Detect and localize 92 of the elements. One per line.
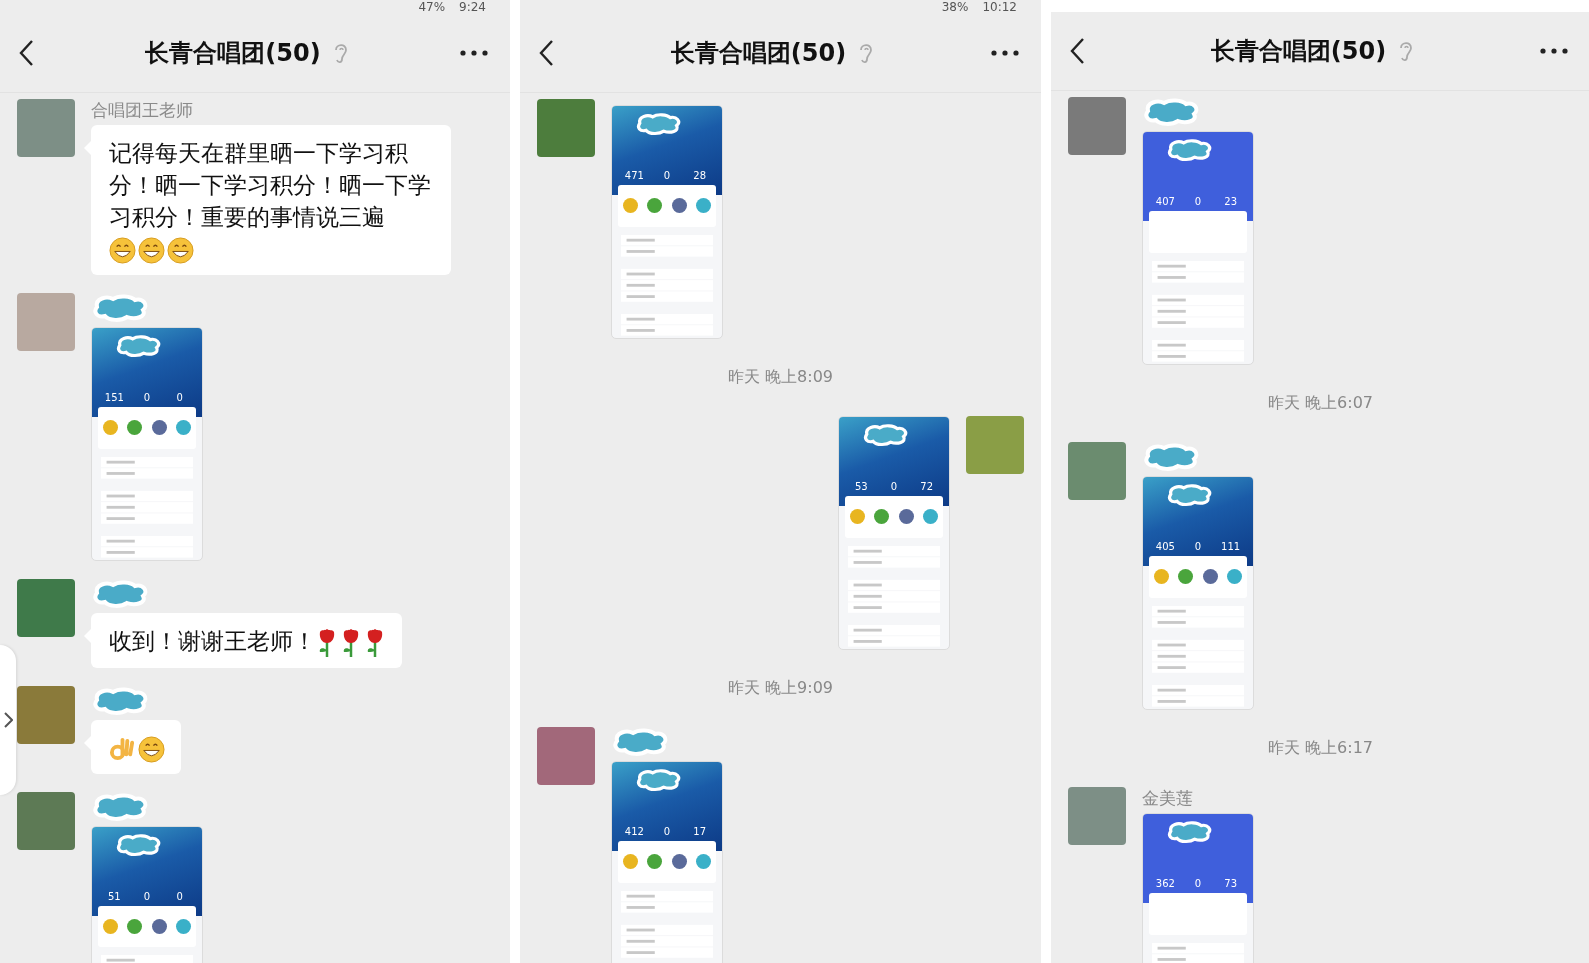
shortcut-icon bbox=[127, 918, 143, 934]
shortcut-icon bbox=[1153, 569, 1169, 585]
app-screenshot[interactable]: 412 0 17 bbox=[611, 761, 723, 963]
grin-emoji-icon bbox=[109, 237, 136, 264]
stat-value: 0 bbox=[1193, 196, 1203, 208]
ear-icon bbox=[332, 41, 349, 65]
stat-value: 412 bbox=[623, 826, 645, 838]
shortcut-icon bbox=[176, 420, 192, 436]
shortcut-icon bbox=[176, 918, 192, 934]
shortcut-icon bbox=[622, 198, 638, 214]
chat-title: 长青合唱团(50) bbox=[670, 38, 847, 69]
chevron-left-icon bbox=[18, 39, 34, 67]
stat-value: 0 bbox=[662, 170, 672, 182]
ear-icon bbox=[858, 41, 875, 65]
sender-name: 合唱团王老师 bbox=[91, 99, 193, 121]
timestamp: 昨天 晚上6:07 bbox=[1267, 392, 1374, 414]
battery-level: 38% bbox=[941, 0, 969, 14]
grin-emoji-icon bbox=[167, 237, 194, 264]
shortcut-icon bbox=[849, 509, 865, 525]
stat-value: 407 bbox=[1154, 196, 1176, 208]
grin-emoji-icon bbox=[138, 237, 165, 264]
stat-value: 0 bbox=[142, 890, 152, 902]
stat-value: 405 bbox=[1154, 541, 1176, 553]
shortcut-icon bbox=[151, 918, 167, 934]
chat-title: 长青合唱团(50) bbox=[1210, 36, 1387, 67]
shortcut-icon bbox=[671, 198, 687, 214]
stat-value: 51 bbox=[106, 890, 122, 902]
more-icon bbox=[460, 50, 488, 56]
chevron-right-icon bbox=[3, 712, 13, 728]
stat-value: 0 bbox=[662, 826, 672, 838]
more-button[interactable] bbox=[1540, 48, 1568, 54]
stat-value: 72 bbox=[919, 481, 934, 493]
more-button[interactable] bbox=[460, 50, 488, 56]
timestamp: 昨天 晚上8:09 bbox=[727, 366, 834, 388]
shortcut-icon bbox=[1227, 569, 1243, 585]
shortcut-icon bbox=[151, 420, 167, 436]
grin-emoji-icon bbox=[138, 735, 165, 763]
avatar-photo-placeholder[interactable] bbox=[17, 685, 75, 744]
sender-name: 金美莲 bbox=[1142, 787, 1193, 809]
shortcut-icon bbox=[1202, 569, 1218, 585]
chevron-left-icon bbox=[1069, 37, 1085, 65]
stat-value: 151 bbox=[103, 392, 125, 404]
stat-value: 53 bbox=[853, 481, 869, 493]
shortcut-icon bbox=[696, 198, 712, 214]
shortcut-icon bbox=[1178, 569, 1194, 585]
app-screenshot[interactable]: 151 0 0 bbox=[91, 327, 203, 561]
side-expand-tab[interactable] bbox=[0, 645, 16, 795]
more-button[interactable] bbox=[991, 50, 1019, 56]
stat-value: 73 bbox=[1223, 878, 1238, 890]
shortcut-icon bbox=[102, 420, 118, 436]
stat-value: 111 bbox=[1220, 541, 1242, 553]
stat-value: 0 bbox=[175, 890, 184, 902]
chevron-left-icon bbox=[538, 39, 554, 67]
ear-icon bbox=[1398, 39, 1415, 63]
status-time: 10:12 bbox=[982, 0, 1017, 14]
back-button[interactable] bbox=[18, 39, 34, 67]
shortcut-icon bbox=[647, 198, 663, 214]
app-screenshot[interactable]: 362 0 73 bbox=[1142, 813, 1254, 963]
app-screenshot[interactable]: 407 0 23 bbox=[1142, 131, 1254, 365]
timestamp: 昨天 晚上6:17 bbox=[1267, 737, 1374, 759]
timestamp: 昨天 晚上9:09 bbox=[727, 677, 834, 699]
more-icon bbox=[1540, 48, 1568, 54]
stat-value: 0 bbox=[175, 392, 184, 404]
shortcut-icon bbox=[102, 918, 118, 934]
stat-value: 362 bbox=[1154, 878, 1176, 890]
stat-value: 471 bbox=[623, 170, 645, 182]
shortcut-icon bbox=[127, 420, 143, 436]
stat-value: 23 bbox=[1223, 196, 1238, 208]
shortcut-icon bbox=[898, 509, 914, 525]
stat-value: 0 bbox=[1193, 878, 1203, 890]
app-screenshot[interactable]: 53 0 72 bbox=[838, 416, 950, 650]
shortcut-icon bbox=[696, 854, 712, 870]
status-time: 9:24 bbox=[459, 0, 486, 14]
stat-value: 28 bbox=[692, 170, 707, 182]
shortcut-icon bbox=[671, 854, 687, 870]
more-icon bbox=[991, 50, 1019, 56]
battery-level: 47% bbox=[418, 0, 446, 14]
back-button[interactable] bbox=[538, 39, 554, 67]
shortcut-icon bbox=[622, 854, 638, 870]
app-screenshot[interactable]: 405 0 111 bbox=[1142, 476, 1254, 710]
stat-value: 0 bbox=[1193, 541, 1203, 553]
stat-value: 17 bbox=[692, 826, 707, 838]
avatar-photo-placeholder[interactable] bbox=[17, 791, 75, 850]
shortcut-icon bbox=[874, 509, 890, 525]
chat-title: 长青合唱团(50) bbox=[145, 38, 321, 69]
shortcut-icon bbox=[647, 854, 663, 870]
stat-value: 0 bbox=[142, 392, 152, 404]
app-screenshot[interactable]: 51 0 0 bbox=[91, 825, 203, 963]
app-screenshot[interactable]: 471 0 28 bbox=[611, 105, 723, 339]
back-button[interactable] bbox=[1069, 37, 1085, 65]
shortcut-icon bbox=[923, 509, 939, 525]
stat-value: 0 bbox=[889, 481, 899, 493]
